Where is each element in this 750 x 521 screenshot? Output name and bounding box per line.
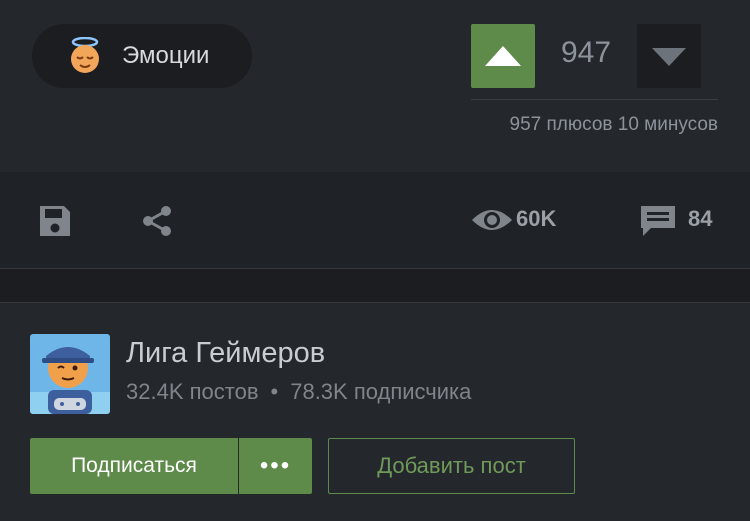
comment-icon[interactable]: [638, 203, 678, 239]
share-icon[interactable]: [139, 203, 175, 239]
vote-divider: [471, 99, 718, 100]
arrow-up-icon: [485, 46, 521, 66]
post-footer-panel: Эмоции 947 957 плюсов 10 минусов: [0, 0, 750, 172]
save-icon[interactable]: [37, 203, 73, 239]
community-posts-count: 32.4K постов: [126, 379, 259, 404]
community-name[interactable]: Лига Геймеров: [126, 337, 325, 370]
subscribe-button[interactable]: Подписаться: [30, 438, 238, 494]
section-gap: [0, 269, 750, 302]
comments-count: 84: [688, 206, 713, 231]
community-meta: 32.4K постов • 78.3K подписчика: [126, 379, 471, 405]
community-subscribers-count: 78.3K подписчика: [290, 379, 472, 404]
arrow-down-icon: [652, 48, 686, 66]
community-avatar[interactable]: [30, 334, 110, 414]
more-options-button[interactable]: •••: [239, 438, 312, 494]
add-post-button[interactable]: Добавить пост: [328, 438, 575, 494]
halo-face-emoji-icon: [71, 37, 99, 73]
meta-separator: •: [270, 379, 279, 404]
downvote-button[interactable]: [637, 24, 701, 88]
vote-stats: 957 плюсов 10 минусов: [509, 114, 719, 135]
eye-icon: [472, 210, 512, 230]
tag-chip-emotions[interactable]: Эмоции: [32, 24, 252, 88]
vote-score: 947: [560, 36, 612, 69]
upvote-button[interactable]: [471, 24, 535, 88]
views-count: 60K: [516, 206, 557, 231]
tag-label: Эмоции: [122, 42, 210, 69]
